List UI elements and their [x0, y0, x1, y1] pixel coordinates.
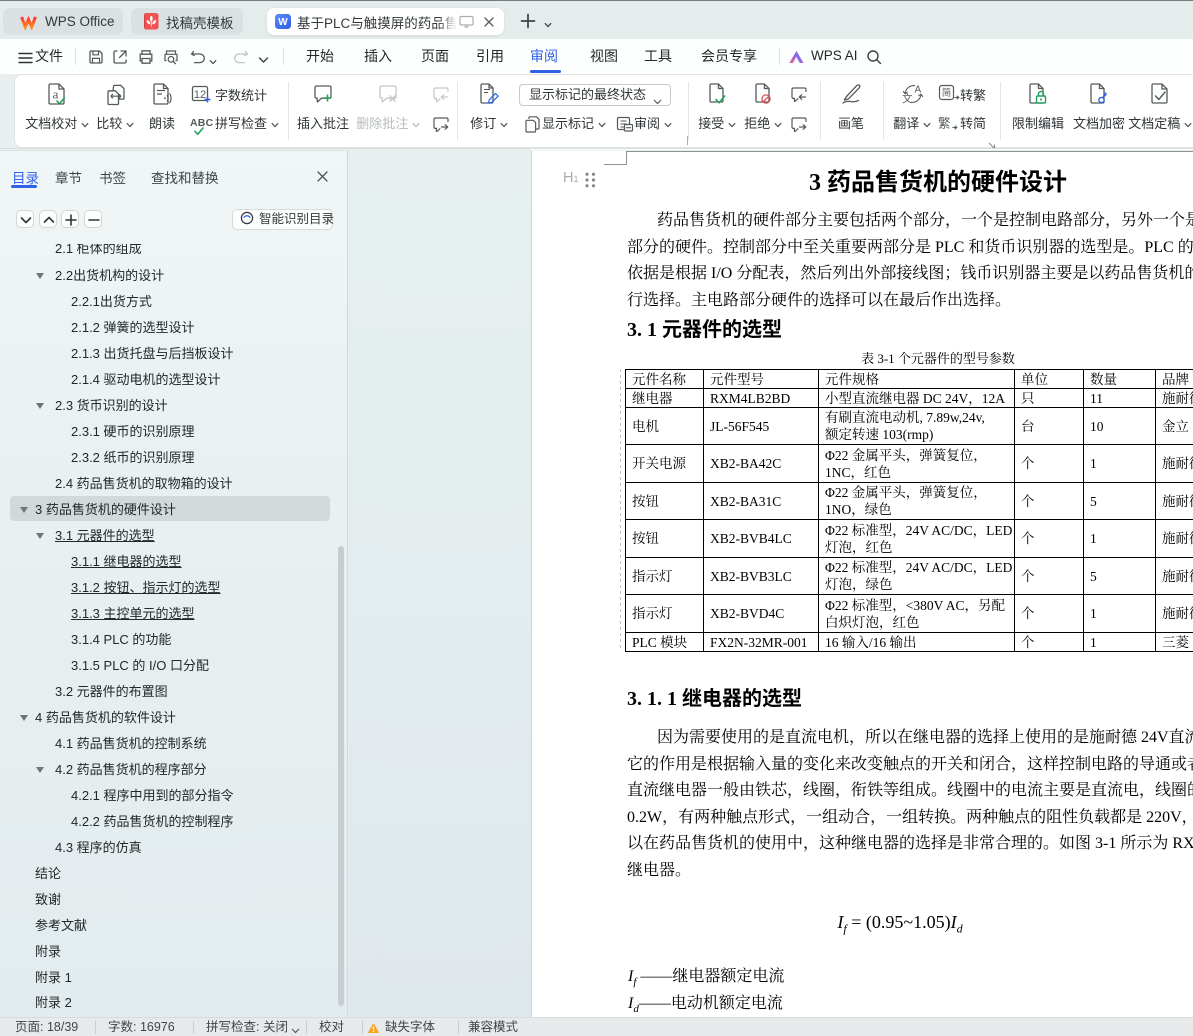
svg-text:ABC: ABC — [190, 117, 214, 129]
svg-text:A: A — [915, 85, 922, 96]
svg-text:12: 12 — [194, 89, 206, 101]
svg-text:a: a — [53, 87, 59, 102]
svg-text:W: W — [278, 17, 288, 28]
svg-text:繁: 繁 — [938, 114, 951, 132]
svg-text:简: 简 — [942, 85, 952, 99]
